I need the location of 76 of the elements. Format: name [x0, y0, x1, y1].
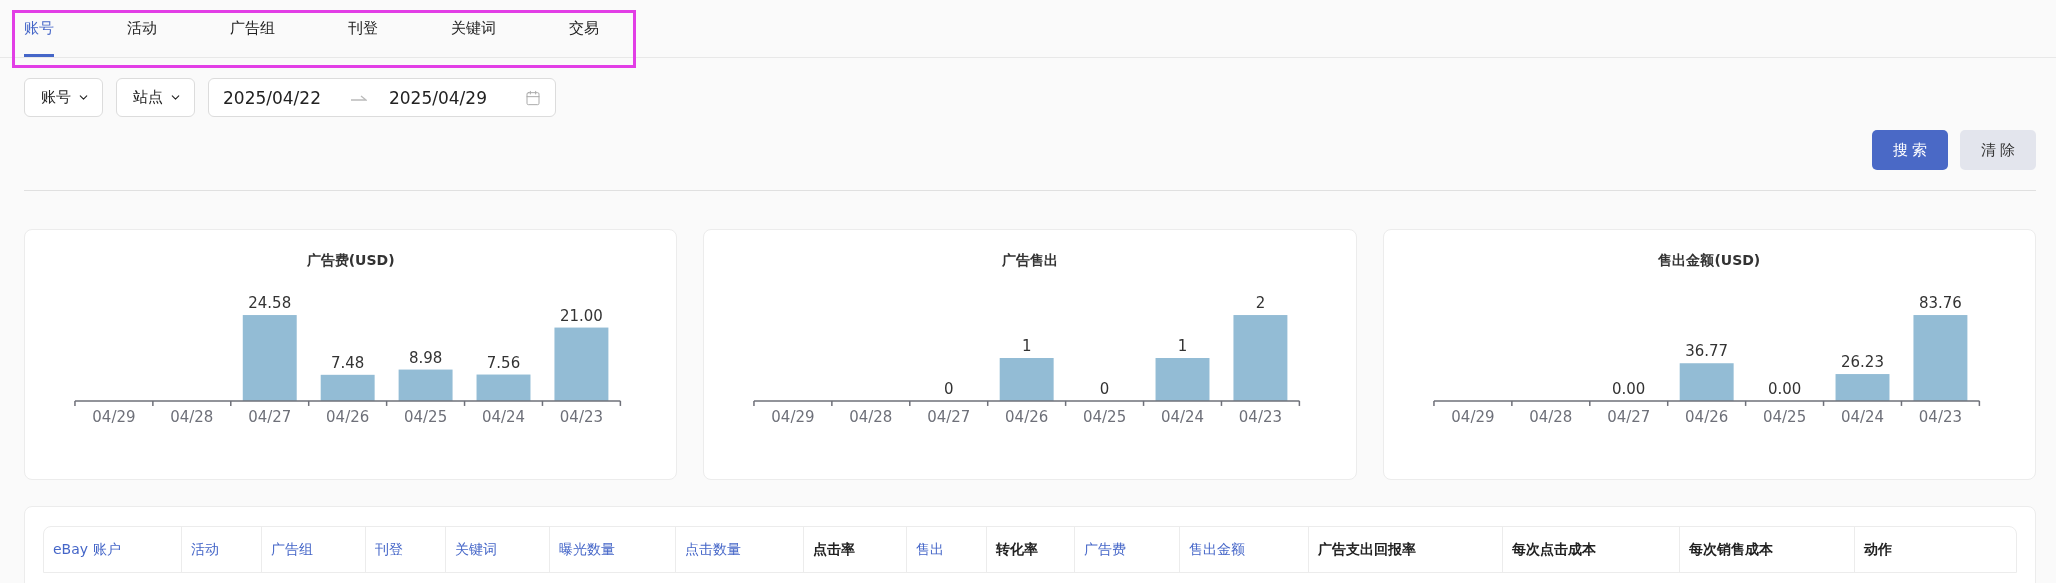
column-header[interactable]: eBay 账户	[44, 527, 183, 572]
value-label: 8.98	[408, 348, 443, 367]
axis-label: 04/26	[326, 407, 370, 426]
axis-label: 04/23	[1239, 407, 1283, 426]
value-label: 0	[944, 379, 954, 398]
date-range-field[interactable]: 2025/04/22 2025/04/29	[208, 78, 556, 117]
tab[interactable]: 关键词	[451, 0, 496, 57]
value-label: 7.48	[331, 353, 365, 372]
axis-label: 04/24	[1840, 407, 1884, 426]
chart-title: 广告售出	[1002, 252, 1058, 270]
axis-label: 04/26	[1684, 407, 1728, 426]
filter-dropdown[interactable]: 站点	[116, 78, 195, 117]
axis-label: 04/26	[1005, 407, 1049, 426]
column-header: 点击率	[803, 527, 907, 572]
column-header[interactable]: 活动	[182, 527, 262, 572]
search-button[interactable]: 搜 索	[1872, 130, 1948, 170]
value-label: 0	[1100, 379, 1110, 398]
value-label: 24.58	[248, 294, 292, 313]
column-header[interactable]: 点击数量	[676, 527, 804, 572]
column-header[interactable]: 刊登	[366, 527, 446, 572]
axis-label: 04/25	[1762, 407, 1806, 426]
tab[interactable]: 刊登	[348, 0, 378, 57]
chart-bar	[1000, 358, 1054, 401]
chart-bar	[476, 374, 531, 401]
value-label: 36.77	[1684, 342, 1728, 361]
axis-label: 04/28	[849, 407, 893, 426]
value-label: 7.56	[486, 353, 521, 372]
value-label: 1	[1178, 337, 1188, 355]
column-header[interactable]: 广告组	[261, 527, 366, 572]
tab[interactable]: 活动	[127, 0, 157, 57]
axis-label: 04/27	[1606, 407, 1650, 426]
axis-label: 04/29	[771, 407, 815, 426]
axis-label: 04/29	[1451, 407, 1495, 426]
column-header[interactable]: 曝光数量	[549, 527, 677, 572]
chart-bar	[398, 369, 453, 401]
clear-button[interactable]: 清 除	[1960, 130, 2036, 170]
axis-label: 04/24	[481, 407, 526, 426]
column-header[interactable]: 售出金额	[1180, 527, 1309, 572]
calendar-icon	[525, 89, 541, 106]
value-label: 83.76	[1918, 294, 1962, 313]
axis-label: 04/28	[1528, 407, 1573, 426]
axis-label: 04/25	[1083, 407, 1127, 426]
filter-dropdown[interactable]: 账号	[24, 78, 103, 117]
value-label: 1	[1022, 337, 1032, 355]
column-header[interactable]: 售出	[906, 527, 987, 572]
chart-bar	[320, 374, 375, 401]
value-label: 2	[1256, 294, 1266, 313]
chart-bar	[1835, 374, 1890, 401]
column-header: 每次点击成本	[1503, 527, 1681, 572]
value-label: 0.00	[1767, 379, 1801, 398]
axis-label: 04/27	[927, 407, 971, 426]
column-header[interactable]: 关键词	[445, 527, 550, 572]
chart-bar	[1679, 363, 1734, 401]
column-header: 动作	[1863, 539, 1894, 559]
tab[interactable]: 账号	[24, 0, 54, 57]
value-label: 21.00	[560, 306, 603, 325]
axis-label: 04/25	[404, 407, 448, 426]
end-date: 2025/04/29	[389, 87, 487, 108]
axis-label: 04/29	[92, 407, 136, 426]
chart-title: 售出金额(USD)	[1658, 252, 1761, 270]
chart-bar	[1155, 358, 1210, 401]
column-header: 转化率	[986, 527, 1076, 572]
axis-label: 04/24	[1161, 407, 1205, 426]
tab[interactable]: 广告组	[230, 0, 275, 57]
tab[interactable]: 交易	[569, 0, 599, 57]
value-label: 26.23	[1840, 353, 1884, 372]
start-date: 2025/04/22	[223, 87, 321, 108]
axis-label: 04/28	[170, 407, 214, 426]
axis-label: 04/23	[1918, 407, 1962, 426]
value-label: 0.00	[1611, 379, 1646, 398]
column-header: 每次销售成本	[1680, 527, 1856, 572]
column-header: 广告支出回报率	[1308, 527, 1504, 572]
axis-label: 04/27	[248, 407, 292, 426]
chart-title: 广告费(USD)	[306, 252, 395, 270]
column-header[interactable]: 广告费	[1075, 527, 1181, 572]
axis-label: 04/23	[559, 407, 603, 426]
